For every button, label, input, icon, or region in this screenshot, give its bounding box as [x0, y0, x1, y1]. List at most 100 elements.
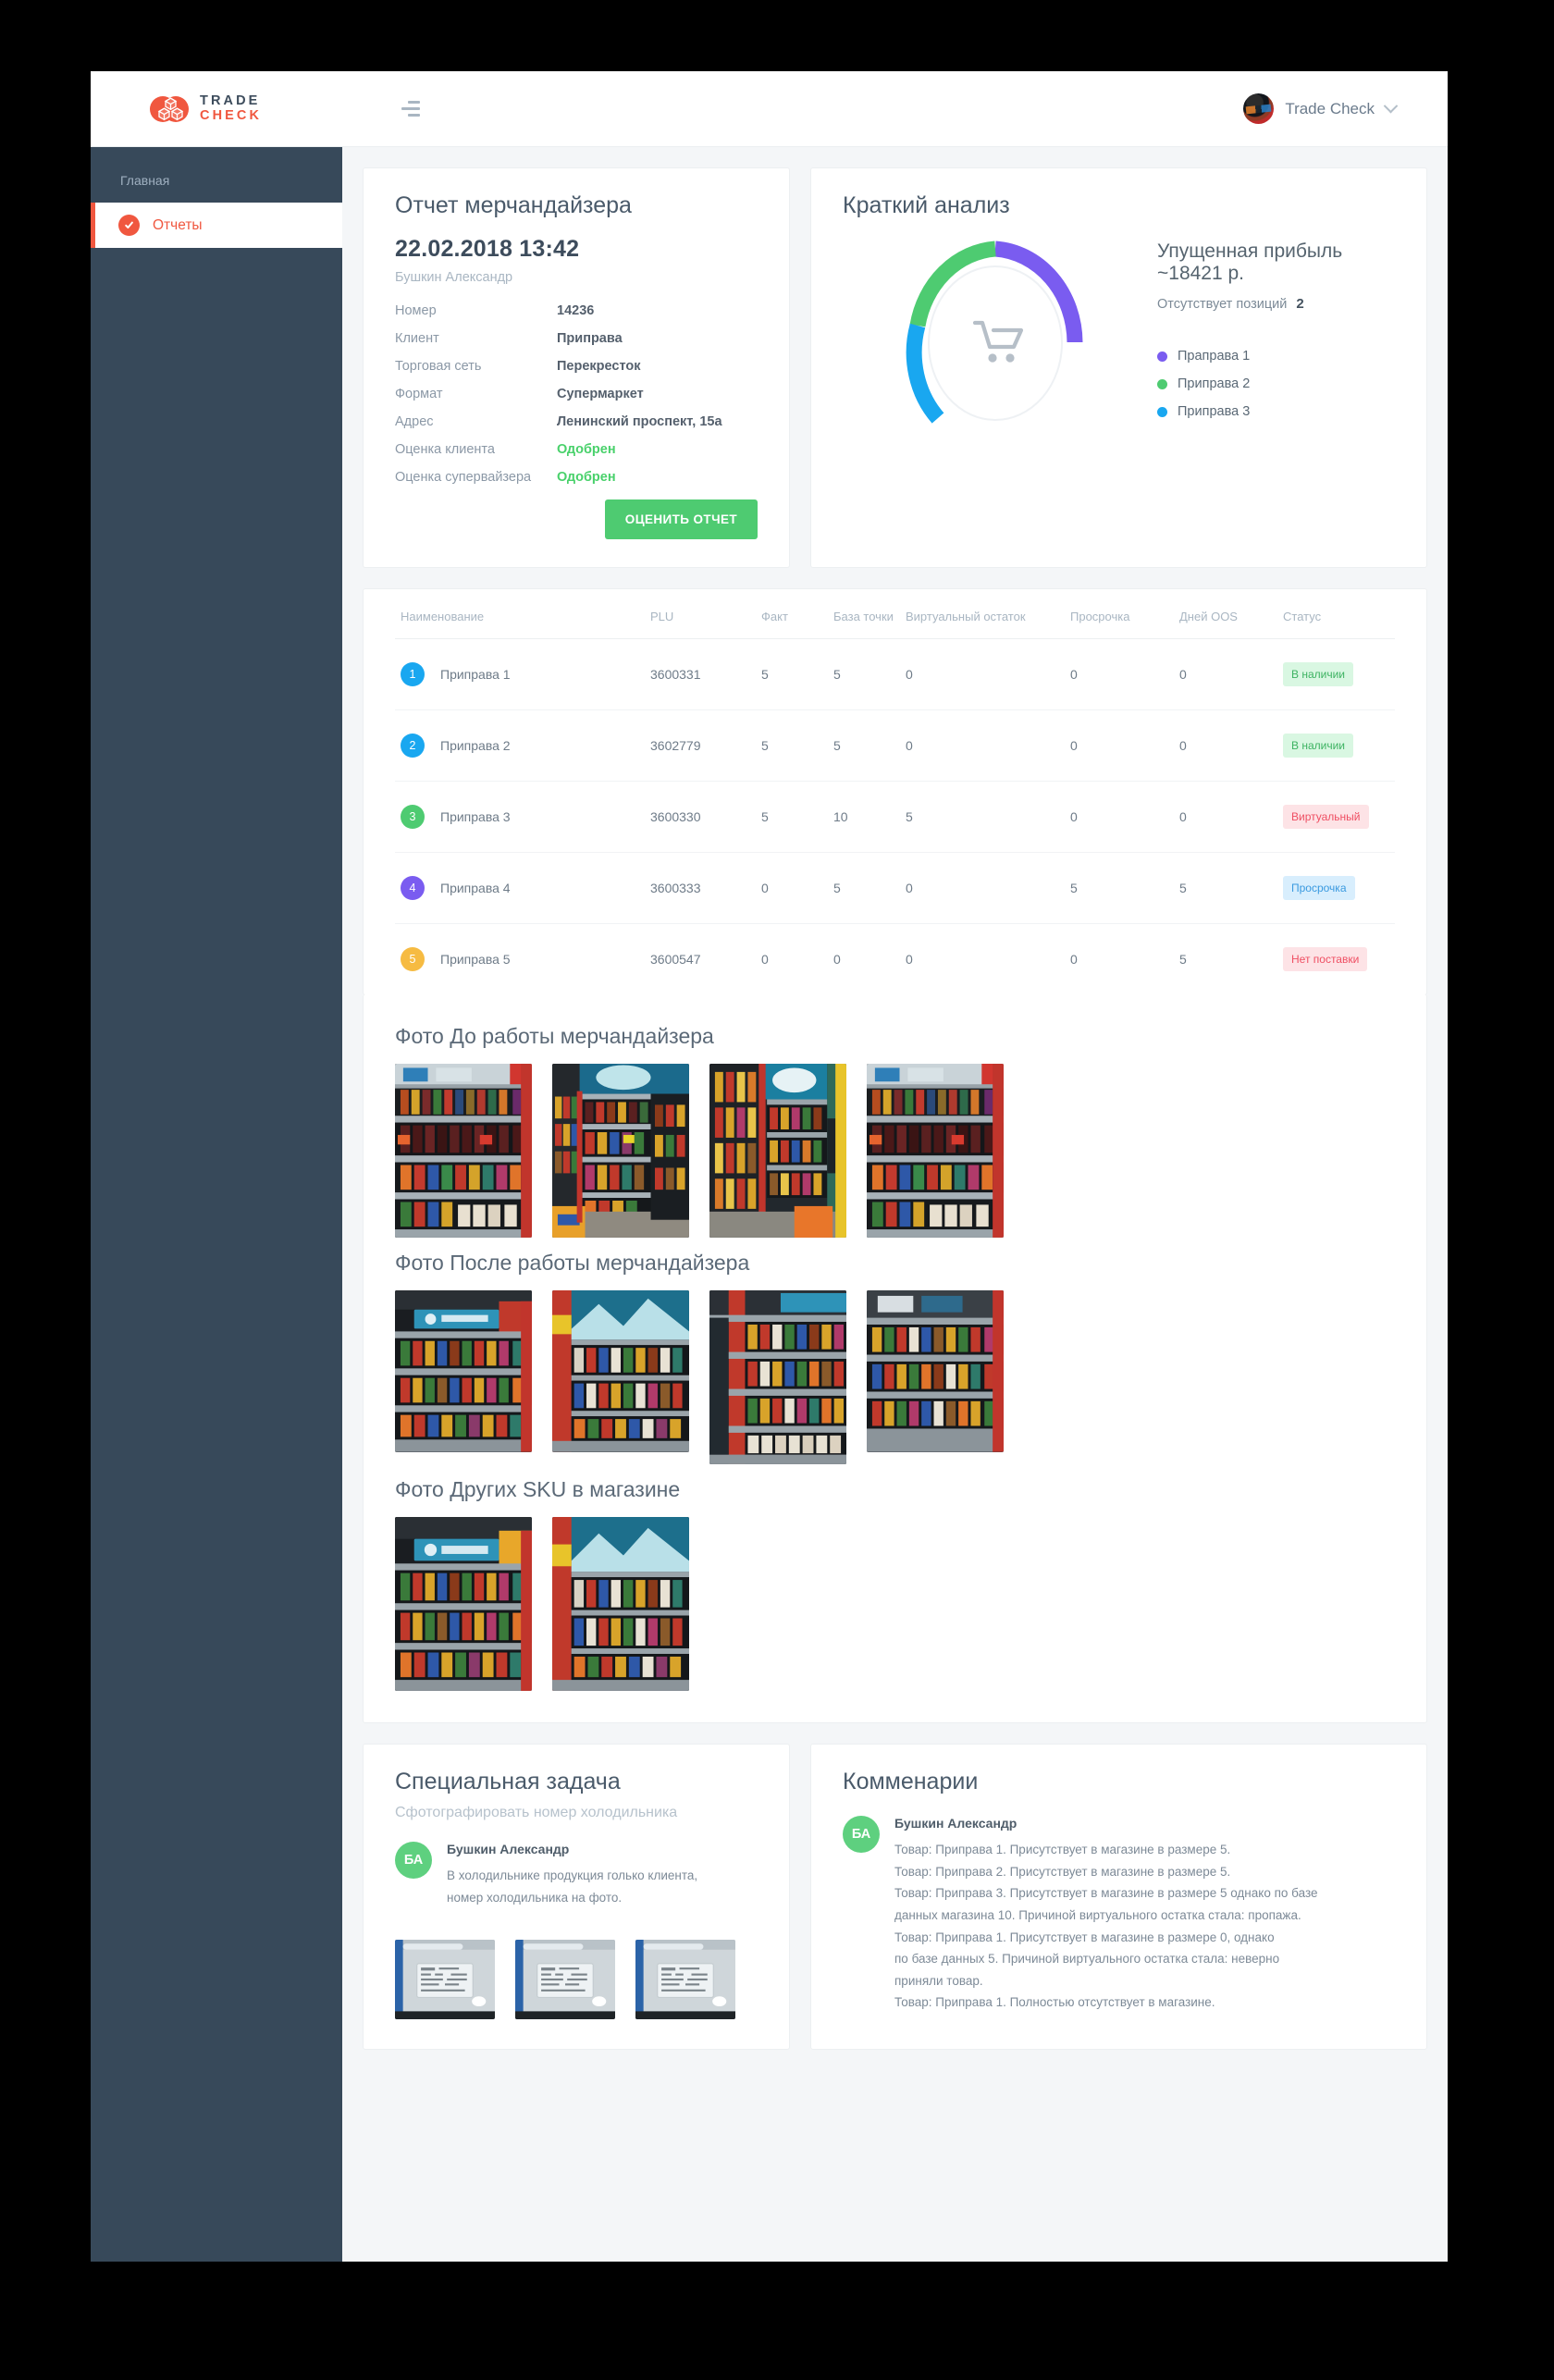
cell-virtual: 5 — [900, 781, 1065, 853]
field-key: Оценка супервайзера — [395, 470, 532, 485]
cell-plu: 3600331 — [645, 638, 756, 710]
merchandiser-report-card: Отчет мерчандайзера 22.02.2018 13:42 Буш… — [363, 167, 790, 568]
lost-profit-text: Упущенная прибыль ~18421 р. — [1157, 240, 1343, 284]
bottom-row: Специальная задача Сфотографировать номе… — [363, 1744, 1427, 2072]
photo-thumbnail[interactable] — [395, 1517, 532, 1691]
field-row: Формат Супермаркет — [395, 387, 758, 401]
comments-title: Комменарии — [843, 1769, 979, 1794]
photos-other-row — [395, 1517, 1395, 1691]
cell-fact: 5 — [756, 638, 828, 710]
cell-oos: 0 — [1174, 781, 1277, 853]
cell-base: 5 — [828, 638, 900, 710]
cell-base: 5 — [828, 709, 900, 782]
photo-thumbnail[interactable] — [552, 1064, 689, 1238]
table-row[interactable]: 2 Приправа 2 3602779 5 5 0 0 0 В наличии — [395, 709, 1395, 782]
photo-thumbnail[interactable] — [635, 1940, 735, 2020]
col-header-status[interactable]: Статус — [1277, 589, 1395, 639]
sidebar: Главная Отчеты — [91, 147, 342, 2262]
legend-color-dot — [1157, 406, 1167, 417]
chart-legend: Праправа 1 Приправа 2 Приправа 3 — [1157, 349, 1395, 419]
col-header-expired[interactable]: Просрочка — [1065, 589, 1174, 639]
hamburger-icon[interactable] — [401, 100, 426, 118]
photo-thumbnail[interactable] — [867, 1064, 1004, 1238]
col-header-plu[interactable]: PLU — [645, 589, 756, 639]
sku-table: Наименование PLU Факт База точки Виртуал… — [395, 589, 1395, 994]
arc-segment-1 — [994, 240, 1083, 342]
cell-base: 10 — [828, 781, 900, 853]
photo-thumbnail[interactable] — [395, 1290, 532, 1452]
status-badge: Нет поставки — [1283, 947, 1368, 971]
photo-thumbnail[interactable] — [395, 1940, 495, 2020]
col-header-virtual[interactable]: Виртуальный остаток — [900, 589, 1065, 639]
photo-thumbnail[interactable] — [395, 1064, 532, 1238]
photo-thumbnail[interactable] — [867, 1290, 1004, 1452]
col-header-fact[interactable]: Факт — [756, 589, 828, 639]
photo-thumbnail[interactable] — [709, 1064, 846, 1238]
photo-thumbnail[interactable] — [515, 1940, 615, 2020]
legend-label: Праправа 1 — [1178, 349, 1251, 364]
status-badge: Виртуальный — [1283, 805, 1369, 829]
user-name: Trade Check — [1285, 99, 1375, 117]
cell-base: 5 — [828, 852, 900, 924]
sidebar-caption: Главная — [120, 173, 170, 188]
product-name: Приправа 1 — [440, 667, 511, 682]
brand-logo[interactable]: TRADE CHECK — [91, 93, 342, 123]
table-row[interactable]: 1 Приправа 1 3600331 5 5 0 0 0 В наличии — [395, 638, 1395, 710]
cell-fact: 5 — [756, 781, 828, 853]
field-value: Перекресток — [557, 359, 641, 374]
table-row[interactable]: 3 Приправа 3 3600330 5 10 5 0 0 Виртуальн… — [395, 781, 1395, 853]
comment-line: данных магазина 10. Причиной виртуальног… — [894, 1907, 1301, 1922]
col-header-name[interactable]: Наименование — [395, 589, 645, 639]
task-text: В холодильнике продукция голько клиента,… — [447, 1868, 698, 1905]
cell-virtual: 0 — [900, 638, 1065, 710]
analysis-summary: Упущенная прибыль ~18421 р. Отсутствует … — [1148, 240, 1395, 432]
photos-after-title: Фото После работы мерчандайзера — [395, 1251, 750, 1275]
comment-line: Товар: Приправа 2. Присутствует в магази… — [894, 1864, 1231, 1879]
comment-line: Товар: Приправа 1. Присутствует в магази… — [894, 1930, 1275, 1944]
product-name: Приправа 2 — [440, 738, 511, 753]
field-value: Одобрен — [557, 470, 616, 485]
shopping-cart-icon — [972, 320, 1024, 363]
col-header-oos[interactable]: Дней OOS — [1174, 589, 1277, 639]
status-badge: В наличии — [1283, 662, 1354, 686]
photo-thumbnail[interactable] — [552, 1517, 689, 1691]
cell-virtual: 0 — [900, 852, 1065, 924]
field-key: Адрес — [395, 414, 434, 429]
photos-other-title: Фото Других SKU в магазине — [395, 1477, 681, 1501]
legend-label: Приправа 3 — [1178, 404, 1251, 419]
cell-expired: 0 — [1070, 952, 1078, 967]
photo-thumbnail[interactable] — [552, 1290, 689, 1452]
field-key: Оценка клиента — [395, 442, 495, 457]
field-value: Ленинский проспект, 15а — [557, 414, 722, 429]
field-row: Оценка супервайзера Одобрен — [395, 470, 758, 485]
legend-entry[interactable]: Приправа 2 — [1157, 376, 1395, 391]
sidebar-item-label: Отчеты — [153, 216, 203, 233]
summary-row: Отчет мерчандайзера 22.02.2018 13:42 Буш… — [363, 167, 1427, 568]
chevron-down-icon[interactable] — [1383, 98, 1399, 114]
top-bar: TRADE CHECK Trade Check — [91, 71, 1448, 147]
missing-positions-count: 2 — [1296, 296, 1304, 312]
legend-entry[interactable]: Приправа 3 — [1157, 404, 1395, 419]
page-title: Отчет мерчандайзера — [395, 192, 632, 218]
table-row[interactable]: 5 Приправа 5 3600547 0 0 0 0 5 Нет постав… — [395, 924, 1395, 995]
row-index-bullet: 3 — [401, 805, 425, 829]
product-name: Приправа 5 — [440, 952, 511, 967]
field-key: Торговая сеть — [395, 359, 482, 374]
legend-entry[interactable]: Праправа 1 — [1157, 349, 1395, 364]
evaluate-report-button[interactable]: ОЦЕНИТЬ ОТЧЕТ — [604, 499, 758, 539]
field-key: Формат — [395, 387, 443, 401]
comment-line: приняли товар. — [894, 1973, 983, 1988]
legend-color-dot — [1157, 378, 1167, 389]
author-name: Бушкин Александр — [447, 1842, 570, 1856]
photo-thumbnail[interactable] — [709, 1290, 846, 1464]
quick-analysis-card: Краткий анализ Упущенная прибыль ~18421 … — [810, 167, 1427, 568]
status-badge: В наличии — [1283, 734, 1354, 758]
sidebar-item-reports[interactable]: Отчеты — [91, 203, 342, 248]
user-menu[interactable]: Trade Check — [1243, 93, 1399, 124]
donut-chart — [843, 223, 1148, 450]
field-value: Приправа — [557, 331, 623, 346]
cell-fact: 0 — [761, 952, 769, 967]
product-name: Приправа 3 — [440, 809, 511, 824]
col-header-base[interactable]: База точки — [828, 589, 900, 639]
table-row[interactable]: 4 Приправа 4 3600333 0 5 0 5 5 Просрочка — [395, 852, 1395, 924]
